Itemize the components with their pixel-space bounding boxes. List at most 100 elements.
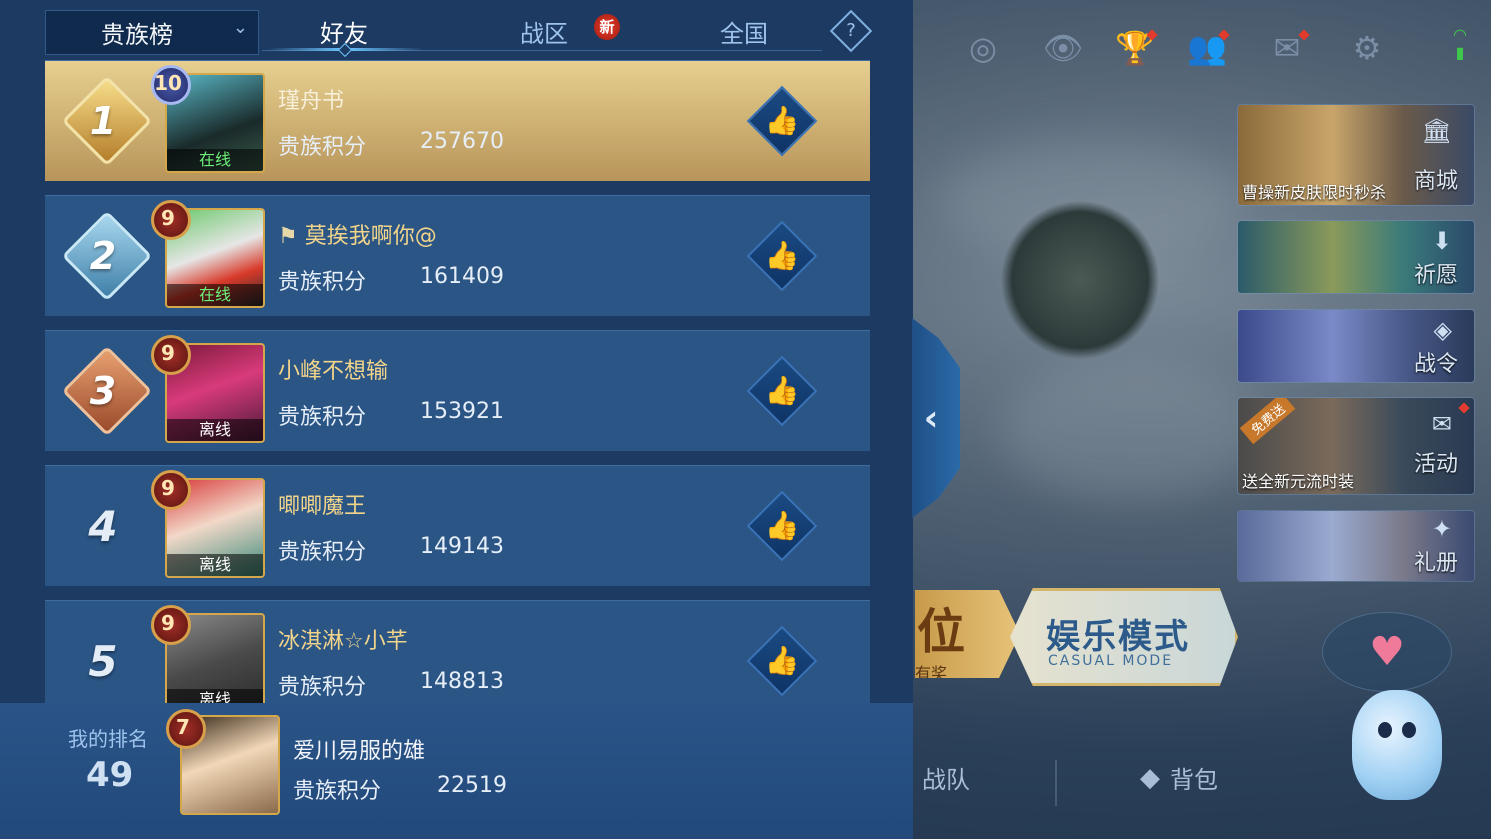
new-badge: 新 bbox=[594, 14, 620, 40]
offline-status: 离线 bbox=[167, 554, 263, 576]
rank-badge: 2 bbox=[61, 210, 153, 302]
wish-card[interactable]: ⬇ 祈愿 bbox=[1237, 220, 1475, 294]
like-button[interactable]: 👍 bbox=[746, 85, 818, 157]
rank-badge: 1 bbox=[61, 75, 153, 167]
score-label: 贵族积分 bbox=[278, 135, 367, 160]
chevron-down-icon: ⌄ bbox=[232, 17, 248, 38]
player-name: 冰淇淋☆小芊 bbox=[278, 629, 408, 654]
score-label: 贵族积分 bbox=[278, 405, 367, 430]
leaderboard-row: 4 离线 9 唧唧魔王 贵族积分 149143 👍 bbox=[45, 465, 870, 586]
casual-mode-subtitle: CASUAL MODE bbox=[1048, 653, 1174, 669]
score-label: 贵族积分 bbox=[278, 540, 367, 565]
noble-level-badge: 7 bbox=[160, 705, 206, 749]
offline-status: 离线 bbox=[167, 419, 263, 441]
score-value: 149143 bbox=[420, 534, 504, 559]
leaderboard-dropdown[interactable]: 贵族榜 ⌄ bbox=[45, 10, 259, 55]
rank-badge: 5 bbox=[63, 619, 143, 703]
my-rank-label: 我的排名 bbox=[68, 727, 148, 751]
friends-icon[interactable]: 👥 bbox=[1184, 25, 1230, 71]
events-icon: ✉ bbox=[1431, 410, 1452, 438]
heart-icon: ♥ bbox=[1369, 629, 1405, 675]
score-value: 257670 bbox=[420, 129, 504, 154]
help-button[interactable]: ? bbox=[829, 9, 873, 53]
heart-bubble[interactable]: ♥ bbox=[1322, 612, 1452, 692]
leaderboard-row: 2 在线 9 ⚑ 莫挨我啊你@ 贵族积分 161409 👍 bbox=[45, 195, 870, 316]
backpack-nav[interactable]: ◆ 背包 bbox=[1140, 760, 1218, 795]
mode-banner: 位 有奖 娱乐模式 CASUAL MODE bbox=[915, 582, 1245, 687]
thumbs-up-icon: 👍 bbox=[764, 374, 800, 407]
thumbs-up-icon: 👍 bbox=[764, 104, 800, 137]
rank-badge: 4 bbox=[63, 484, 143, 568]
my-rank-number: 49 bbox=[86, 755, 134, 795]
gift-book-icon: ✦ bbox=[1431, 515, 1452, 543]
player-name: 唧唧魔王 bbox=[278, 494, 367, 519]
mascot[interactable] bbox=[1352, 690, 1442, 800]
backpack-label: 背包 bbox=[1170, 766, 1218, 794]
wifi-icon: ◠ ▮ bbox=[1453, 25, 1467, 62]
battle-pass-label: 战令 bbox=[1413, 352, 1458, 377]
ranked-label: 位 bbox=[917, 604, 966, 660]
events-label: 活动 bbox=[1413, 452, 1458, 477]
noble-level-badge: 9 bbox=[145, 196, 191, 240]
my-score-value: 22519 bbox=[437, 773, 507, 798]
thumbs-up-icon: 👍 bbox=[764, 509, 800, 542]
online-status: 在线 bbox=[167, 284, 263, 306]
score-value: 161409 bbox=[420, 264, 504, 289]
events-caption: 送全新元流时装 bbox=[1242, 472, 1355, 491]
noble-level-badge: 10 bbox=[145, 61, 191, 105]
team-flag-icon: ⚑ bbox=[278, 224, 305, 249]
like-button[interactable]: 👍 bbox=[746, 625, 818, 697]
team-nav[interactable]: 战队 bbox=[922, 760, 970, 795]
my-player-name: 爱川易服的雄 bbox=[293, 739, 426, 764]
noble-level-badge: 9 bbox=[145, 331, 191, 375]
score-label: 贵族积分 bbox=[278, 675, 367, 700]
score-label: 贵族积分 bbox=[278, 270, 367, 295]
eye-icon[interactable]: 👁 bbox=[1040, 25, 1086, 71]
tab-bar: 贵族榜 ⌄ 好友 战区 新 全国 ? bbox=[0, 0, 913, 58]
leaderboard-panel: 贵族榜 ⌄ 好友 战区 新 全国 ? 1 在线 10 瑾舟书 贵族积分 2576… bbox=[0, 0, 913, 839]
online-status: 在线 bbox=[167, 149, 263, 171]
rank-number: 4 bbox=[88, 501, 118, 551]
battle-pass-icon: ◈ bbox=[1433, 316, 1452, 344]
ranked-mode-button[interactable]: 位 有奖 bbox=[915, 590, 1020, 678]
target-icon[interactable]: ◎ bbox=[960, 25, 1006, 71]
wish-label: 祈愿 bbox=[1413, 263, 1458, 288]
score-value: 148813 bbox=[420, 669, 504, 694]
rank-badge: 3 bbox=[61, 345, 153, 437]
rank-number: 3 bbox=[89, 369, 117, 413]
nav-divider bbox=[1055, 760, 1057, 806]
player-name: 瑾舟书 bbox=[278, 89, 345, 114]
score-value: 153921 bbox=[420, 399, 504, 424]
thumbs-up-icon: 👍 bbox=[764, 644, 800, 677]
gift-book-card[interactable]: ✦ 礼册 bbox=[1237, 510, 1475, 582]
casual-mode-title: 娱乐模式 bbox=[1046, 617, 1190, 657]
shop-label: 商城 bbox=[1413, 169, 1458, 194]
tab-national[interactable]: 全国 bbox=[720, 14, 768, 49]
ranked-sub-label: 有奖 bbox=[915, 664, 948, 683]
mail-icon[interactable]: ✉ bbox=[1264, 25, 1310, 71]
leaderboard-row: 3 离线 9 小峰不想输 贵族积分 153921 👍 bbox=[45, 330, 870, 451]
casual-mode-button[interactable]: 娱乐模式 CASUAL MODE bbox=[1010, 588, 1238, 686]
tab-zone[interactable]: 战区 bbox=[520, 14, 568, 49]
shop-icon: 🏛 bbox=[1421, 117, 1452, 145]
events-card[interactable]: 免费送 ✉ 活动 送全新元流时装 bbox=[1237, 397, 1475, 495]
noble-level-badge: 9 bbox=[145, 466, 191, 510]
shop-card[interactable]: 🏛 商城 曹操新皮肤限时秒杀 bbox=[1237, 104, 1475, 206]
like-button[interactable]: 👍 bbox=[746, 355, 818, 427]
trophy-icon[interactable]: 🏆 bbox=[1112, 25, 1158, 71]
thumbs-up-icon: 👍 bbox=[764, 239, 800, 272]
question-icon: ? bbox=[846, 20, 856, 41]
backpack-icon: ◆ bbox=[1140, 762, 1160, 793]
player-name: 小峰不想输 bbox=[278, 359, 389, 384]
settings-gear-icon[interactable]: ⚙ bbox=[1344, 25, 1390, 71]
like-button[interactable]: 👍 bbox=[746, 490, 818, 562]
battle-pass-card[interactable]: ◈ 战令 bbox=[1237, 309, 1475, 383]
floating-island bbox=[1000, 200, 1160, 360]
player-name: ⚑ 莫挨我啊你@ bbox=[278, 224, 437, 249]
like-button[interactable]: 👍 bbox=[746, 220, 818, 292]
gift-book-label: 礼册 bbox=[1413, 551, 1458, 576]
noble-level-badge: 9 bbox=[145, 601, 191, 645]
shop-caption: 曹操新皮肤限时秒杀 bbox=[1242, 183, 1387, 202]
dropdown-label: 贵族榜 bbox=[101, 21, 173, 49]
chevron-left-icon: ‹ bbox=[923, 397, 939, 439]
